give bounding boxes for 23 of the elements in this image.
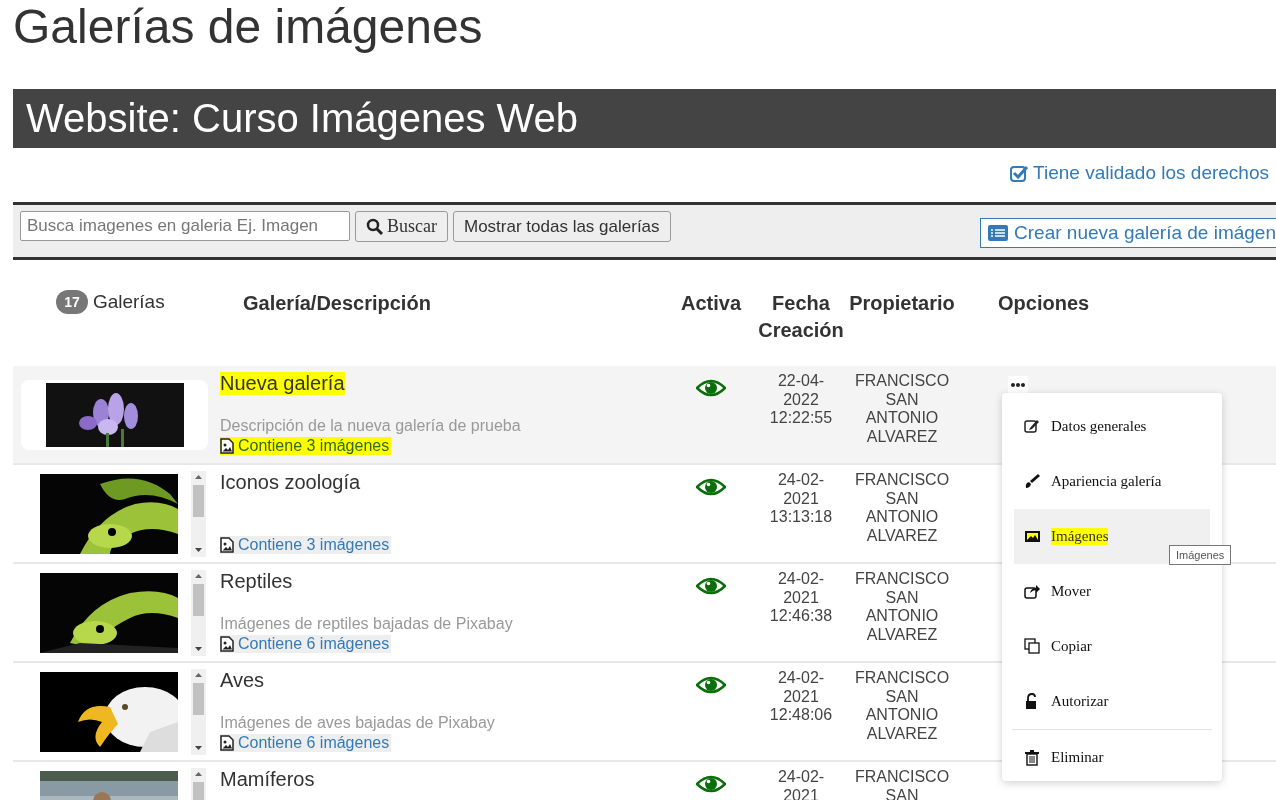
creation-date: 24-02- 2021 12:46:38 (768, 569, 834, 626)
owner-name: FRANCISCO SAN ANTONIO ALVAREZ (853, 371, 951, 447)
column-header: Galería/Descripción (242, 291, 432, 316)
creation-date: 22-04- 2022 12:22:55 (768, 371, 834, 428)
column-header: Opciones (997, 291, 1091, 316)
count-label: Galerías (92, 291, 165, 313)
column-header: Propietario (848, 291, 956, 316)
page-title: Galerías de imágenes (13, 0, 483, 54)
gallery-description: Imágenes de reptiles bajadas de Pixabay (220, 615, 514, 633)
tooltip: Imágenes (1169, 545, 1232, 565)
owner-name: FRANCISCO SAN ANTONIO ALVAREZ (853, 668, 951, 744)
column-header: Activa (680, 291, 743, 316)
creation-date: 24-02- 2021 12:48:06 (768, 668, 834, 725)
owner-name: FRANCISCO SAN ANTONIO ALVAREZ (853, 470, 951, 546)
count-badge: 17 (56, 290, 88, 314)
owner-name: FRANCISCO SAN (853, 767, 951, 800)
website-title: Website: Curso Imágenes Web (25, 96, 579, 141)
owner-name: FRANCISCO SAN ANTONIO ALVAREZ (853, 569, 951, 645)
gallery-description: Descripción de la nueva galería de prueba (220, 417, 522, 435)
creation-date: 24-02- 2021 13:13:18 (768, 470, 834, 527)
creation-date: 24-02- 2021 (776, 767, 826, 800)
gallery-description: Imágenes de aves bajadas de Pixabay (220, 714, 496, 732)
column-header: Fecha Creación (757, 291, 845, 343)
